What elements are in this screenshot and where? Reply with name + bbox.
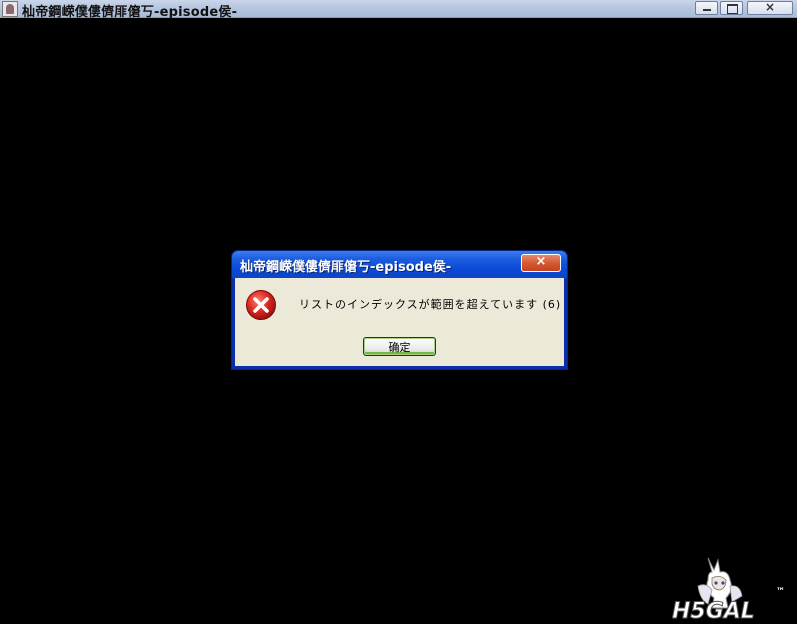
minimize-button[interactable]: [695, 1, 718, 15]
minimize-icon: [703, 9, 711, 11]
error-icon: [246, 290, 276, 320]
watermark-logo: H5GAL ™: [672, 557, 785, 622]
watermark-tm: ™: [776, 587, 785, 597]
dialog-titlebar[interactable]: 杣帝鋼嵘僕僂儕厞僒丂-episode侯- ×: [232, 251, 567, 278]
dialog-message: リストのインデックスが範囲を超えています (6): [299, 298, 562, 311]
close-button[interactable]: ×: [747, 0, 793, 15]
window-title: 杣帝鋼嵘僕僂儕厞僒丂-episode侯-: [22, 5, 238, 20]
ok-button[interactable]: 确定: [363, 337, 436, 356]
error-dialog: 杣帝鋼嵘僕僂儕厞僒丂-episode侯- × リストのインデックスが範囲を超えて…: [231, 250, 568, 370]
dialog-title: 杣帝鋼嵘僕僂儕厞僒丂-episode侯-: [240, 260, 452, 275]
main-titlebar: 杣帝鋼嵘僕僂儕厞僒丂-episode侯- ×: [0, 0, 797, 20]
app-icon[interactable]: [2, 1, 18, 17]
close-icon: ×: [535, 254, 547, 269]
watermark-text: H5GAL: [672, 599, 755, 622]
dialog-close-button[interactable]: ×: [521, 254, 561, 272]
dialog-body: リストのインデックスが範囲を超えています (6) 确定: [235, 278, 564, 366]
maximize-button[interactable]: [720, 1, 743, 15]
window-controls: ×: [695, 0, 793, 16]
close-icon: ×: [764, 0, 776, 14]
maximize-icon: [727, 4, 738, 14]
